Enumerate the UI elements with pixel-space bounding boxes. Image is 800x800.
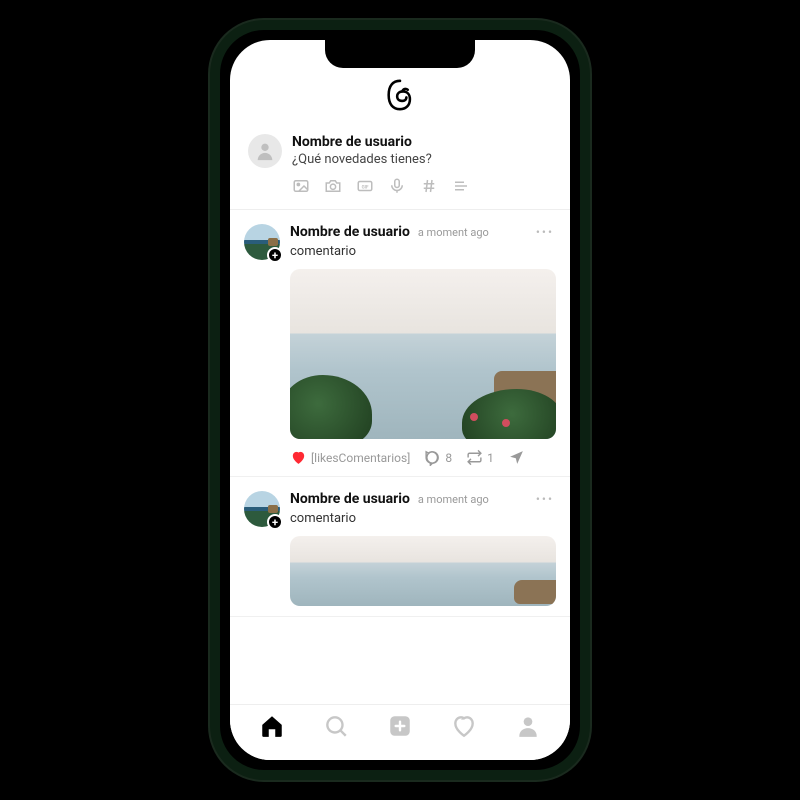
compose-area: Nombre de usuario ¿Qué novedades tienes? [230, 124, 570, 210]
heart-icon [290, 449, 307, 466]
bottom-nav [230, 704, 570, 760]
post-avatar[interactable]: + [244, 491, 280, 527]
reposts-count: 1 [487, 451, 494, 465]
nav-create[interactable] [387, 713, 413, 743]
repost-button[interactable]: 1 [466, 449, 494, 466]
nav-profile[interactable] [515, 713, 541, 743]
compose-username: Nombre de usuario [292, 134, 552, 150]
app-header [230, 74, 570, 124]
nav-search[interactable] [323, 713, 349, 743]
follow-plus-icon[interactable]: + [267, 514, 283, 530]
post-username[interactable]: Nombre de usuario [290, 224, 410, 240]
share-button[interactable] [508, 449, 525, 466]
compose-prompt[interactable]: ¿Qué novedades tienes? [292, 152, 552, 167]
heart-icon [451, 713, 477, 739]
post-text: comentario [290, 511, 556, 526]
more-icon[interactable]: ••• [536, 492, 556, 506]
image-icon[interactable] [292, 177, 310, 195]
person-icon [254, 140, 276, 162]
comment-icon [424, 449, 441, 466]
post-time: a moment ago [418, 226, 489, 239]
repost-icon [466, 449, 483, 466]
plus-square-icon [387, 713, 413, 739]
search-icon [323, 713, 349, 739]
like-button[interactable]: [likesComentarios] [290, 449, 410, 466]
more-icon[interactable]: ••• [536, 225, 556, 239]
person-icon [515, 713, 541, 739]
comments-count: 8 [445, 451, 452, 465]
menu-right-icon[interactable] [452, 177, 470, 195]
threads-logo-icon [383, 78, 417, 116]
post-actions: [likesComentarios] 8 1 [290, 449, 556, 466]
post-username[interactable]: Nombre de usuario [290, 491, 410, 507]
svg-text:GIF: GIF [362, 184, 369, 190]
mic-icon[interactable] [388, 177, 406, 195]
home-icon [259, 713, 285, 739]
gif-icon[interactable]: GIF [356, 177, 374, 195]
post-text: comentario [290, 244, 556, 259]
post-image[interactable] [290, 536, 556, 606]
follow-plus-icon[interactable]: + [267, 247, 283, 263]
post-image[interactable] [290, 269, 556, 439]
comment-button[interactable]: 8 [424, 449, 452, 466]
likes-label: [likesComentarios] [311, 451, 410, 465]
send-icon [508, 449, 525, 466]
nav-activity[interactable] [451, 713, 477, 743]
post-time: a moment ago [418, 493, 489, 506]
camera-icon[interactable] [324, 177, 342, 195]
post: + Nombre de usuario a moment ago ••• com… [230, 477, 570, 617]
nav-home[interactable] [259, 713, 285, 743]
post-avatar[interactable]: + [244, 224, 280, 260]
compose-avatar[interactable] [248, 134, 282, 168]
post: + Nombre de usuario a moment ago ••• com… [230, 210, 570, 477]
hashtag-icon[interactable] [420, 177, 438, 195]
